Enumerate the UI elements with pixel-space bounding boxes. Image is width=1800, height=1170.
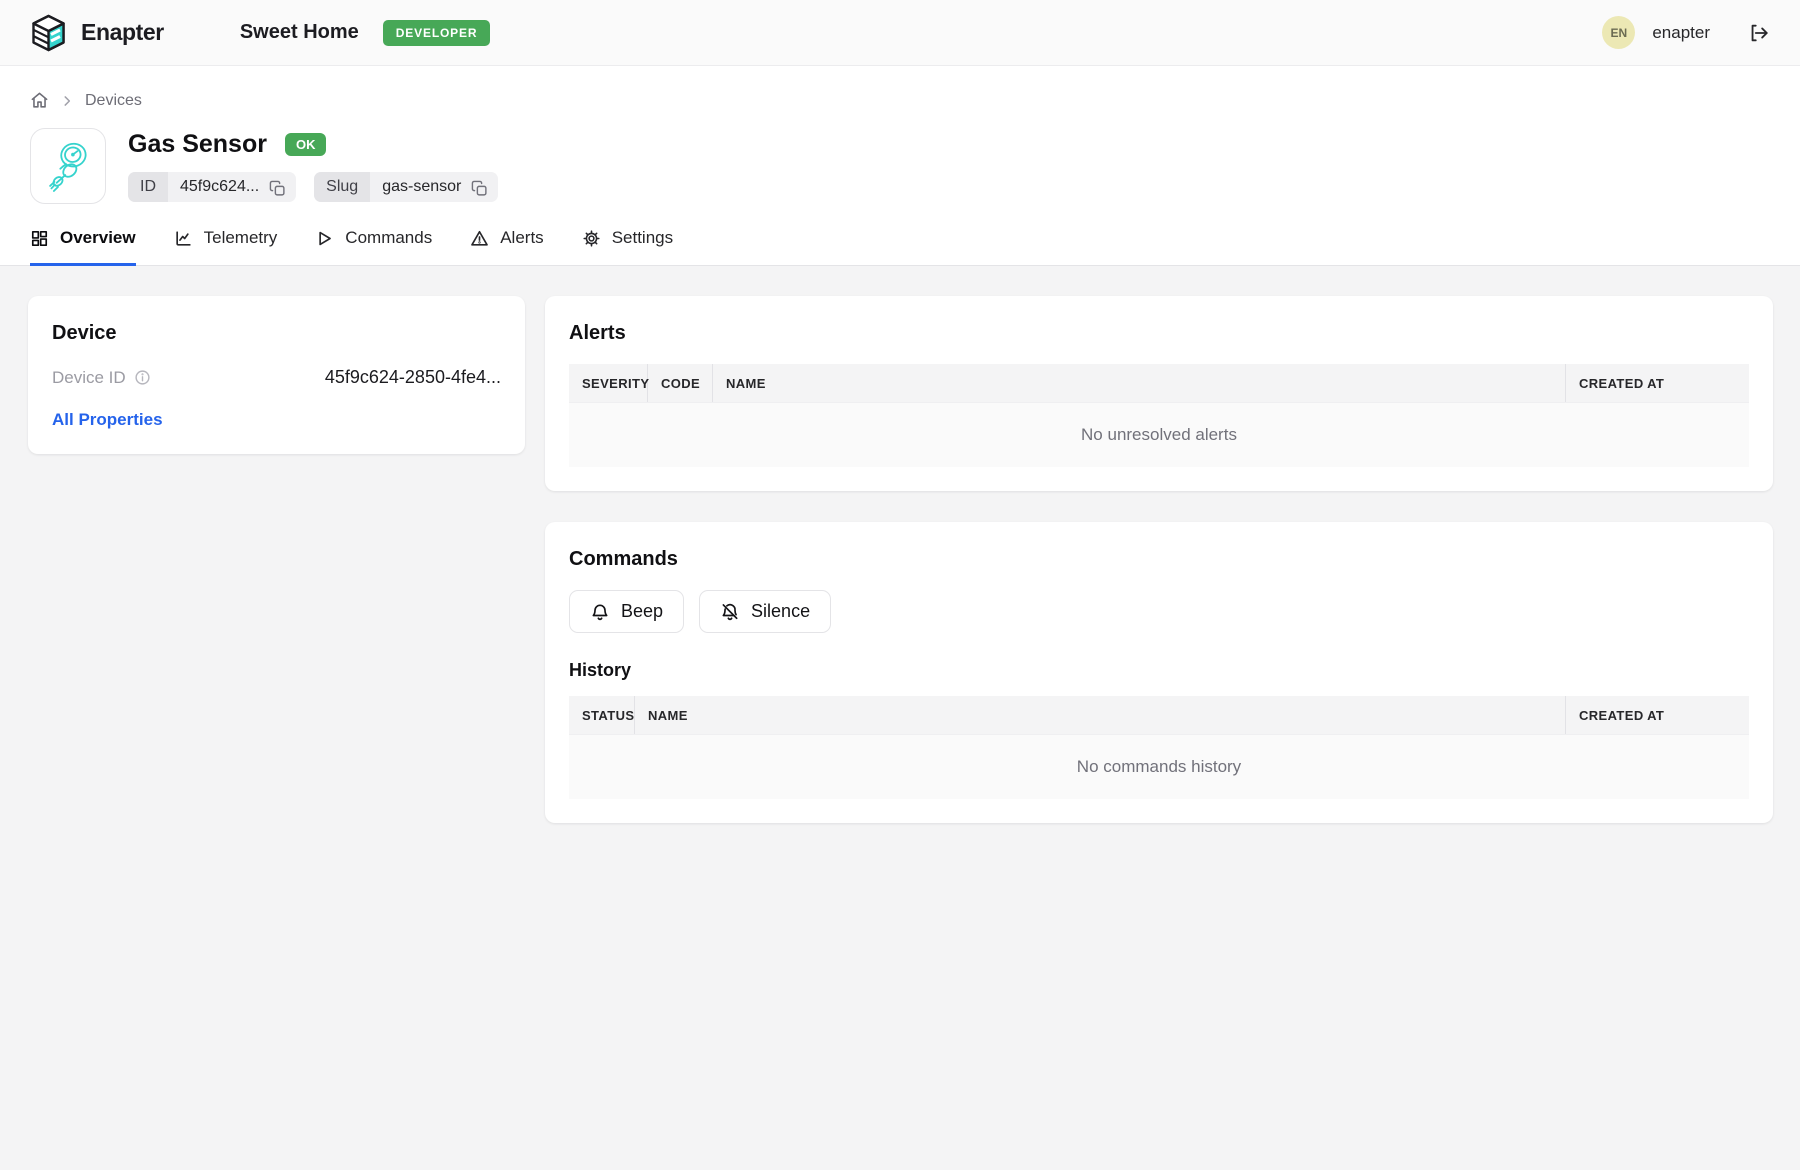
user-name[interactable]: enapter [1652,23,1710,43]
device-card: Device Device ID 45f9c624-2850-4fe4... A… [28,296,525,454]
gas-sensor-icon [39,137,97,195]
brand-home-link[interactable]: Enapter [30,14,164,52]
column-header-created-at: CREATED AT [1565,696,1749,734]
main-content: Device Device ID 45f9c624-2850-4fe4... A… [0,266,1800,823]
breadcrumb-home-link[interactable] [30,91,49,110]
role-badge: DEVELOPER [383,20,491,46]
device-tabs: Overview Telemetry Commands [0,228,1800,265]
alerts-table: SEVERITY CODE NAME CREATED AT No unresol… [569,364,1749,467]
device-id-label: Device ID [52,368,126,388]
tab-label: Overview [60,228,136,248]
command-buttons: Beep Silence [569,590,1749,633]
top-bar: Enapter Sweet Home DEVELOPER EN enapter [0,0,1800,66]
logout-button[interactable] [1747,22,1770,44]
all-properties-link[interactable]: All Properties [52,410,163,430]
grid-icon [30,229,49,248]
device-id-value: 45f9c624-2850-4fe4... [325,367,501,388]
alerts-card: Alerts SEVERITY CODE NAME CREATED AT No … [545,296,1773,491]
alerts-table-header: SEVERITY CODE NAME CREATED AT [569,364,1749,402]
logout-icon [1747,22,1770,44]
silence-button-label: Silence [751,601,810,622]
device-title: Gas Sensor [128,130,267,159]
device-card-title: Device [52,322,501,345]
device-header: Gas Sensor OK ID 45f9c624... [0,126,1800,204]
device-slug-chip: Slug gas-sensor [314,172,498,202]
breadcrumb: Devices [0,66,1800,126]
device-id-chip-label: ID [128,172,168,202]
breadcrumb-devices-link[interactable]: Devices [85,92,142,110]
device-id-chip-value: 45f9c624... [168,172,267,202]
tab-label: Settings [612,228,673,248]
enapter-logo-icon [30,14,67,52]
site-name[interactable]: Sweet Home [240,21,359,44]
copy-icon [471,180,488,197]
alerts-card-title: Alerts [569,322,1749,345]
user-avatar[interactable]: EN [1602,16,1635,49]
bell-off-icon [720,602,740,622]
device-slug-chip-label: Slug [314,172,370,202]
tab-alerts[interactable]: Alerts [470,228,543,266]
brand-name: Enapter [81,19,164,46]
copy-icon [269,180,286,197]
copy-device-id-button[interactable] [267,178,296,197]
history-table-header: STATUS NAME CREATED AT [569,696,1749,734]
info-icon[interactable] [134,369,151,386]
copy-slug-button[interactable] [469,178,498,197]
column-header-status: STATUS [569,696,635,734]
home-icon [30,91,49,110]
right-column: Alerts SEVERITY CODE NAME CREATED AT No … [545,296,1773,823]
device-image [30,128,106,204]
commands-card: Commands Beep [545,522,1773,823]
column-header-code: CODE [648,364,713,402]
device-id-row: Device ID 45f9c624-2850-4fe4... [52,367,501,388]
history-empty-state: No commands history [569,734,1749,799]
alerts-empty-state: No unresolved alerts [569,402,1749,467]
device-status-badge: OK [285,133,327,156]
device-title-block: Gas Sensor OK ID 45f9c624... [128,128,498,202]
column-header-name: NAME [635,696,1565,734]
beep-command-button[interactable]: Beep [569,590,684,633]
bell-icon [590,602,610,622]
tab-label: Commands [345,228,432,248]
silence-command-button[interactable]: Silence [699,590,831,633]
device-meta-chips: ID 45f9c624... Slug gas-sensor [128,172,498,202]
tab-label: Alerts [500,228,543,248]
tab-telemetry[interactable]: Telemetry [174,228,278,266]
warning-icon [470,229,489,248]
tab-commands[interactable]: Commands [315,228,432,266]
commands-card-title: Commands [569,548,1749,571]
gear-icon [582,229,601,248]
device-slug-chip-value: gas-sensor [370,172,469,202]
column-header-created-at: CREATED AT [1565,364,1749,402]
top-bar-right: EN enapter [1602,16,1770,49]
column-header-severity: SEVERITY [569,364,648,402]
left-column: Device Device ID 45f9c624-2850-4fe4... A… [28,296,525,454]
beep-button-label: Beep [621,601,663,622]
chevron-right-icon [60,94,74,108]
device-id-label-group: Device ID [52,368,151,388]
tab-label: Telemetry [204,228,278,248]
column-header-name: NAME [713,364,1565,402]
history-table: STATUS NAME CREATED AT No commands histo… [569,696,1749,799]
play-icon [315,229,334,248]
page-header-section: Devices Gas Sensor OK [0,66,1800,266]
chart-icon [174,229,193,248]
tab-settings[interactable]: Settings [582,228,673,266]
history-title: History [569,660,1749,681]
tab-overview[interactable]: Overview [30,228,136,266]
device-id-chip: ID 45f9c624... [128,172,296,202]
